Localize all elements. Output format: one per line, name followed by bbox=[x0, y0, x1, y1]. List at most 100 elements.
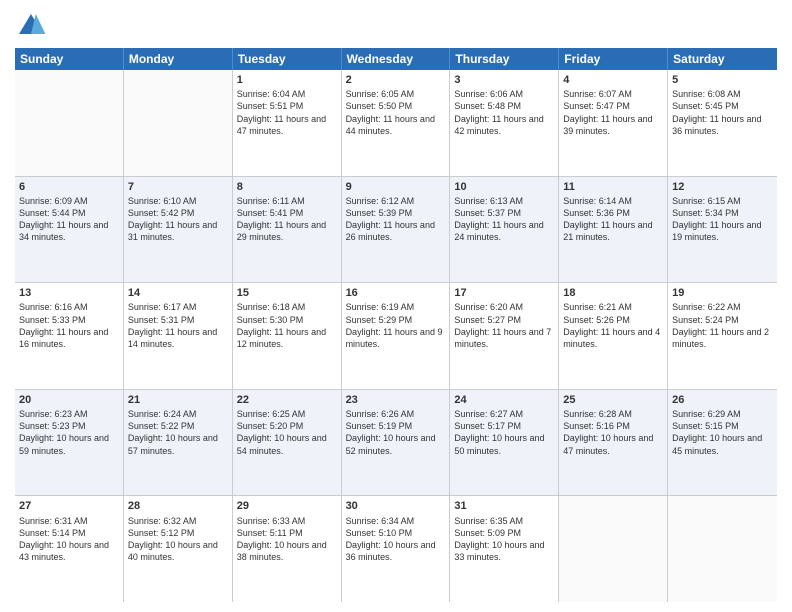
calendar-row: 20Sunrise: 6:23 AM Sunset: 5:23 PM Dayli… bbox=[15, 390, 777, 497]
header-cell-saturday: Saturday bbox=[668, 48, 777, 70]
cell-text: Sunrise: 6:33 AM Sunset: 5:11 PM Dayligh… bbox=[237, 515, 337, 564]
cell-text: Sunrise: 6:12 AM Sunset: 5:39 PM Dayligh… bbox=[346, 195, 446, 244]
calendar: SundayMondayTuesdayWednesdayThursdayFrid… bbox=[15, 48, 777, 602]
calendar-body: 1Sunrise: 6:04 AM Sunset: 5:51 PM Daylig… bbox=[15, 70, 777, 602]
day-number: 1 bbox=[237, 73, 337, 87]
day-number: 10 bbox=[454, 180, 554, 194]
day-number: 27 bbox=[19, 499, 119, 513]
calendar-cell: 9Sunrise: 6:12 AM Sunset: 5:39 PM Daylig… bbox=[342, 177, 451, 283]
calendar-cell: 16Sunrise: 6:19 AM Sunset: 5:29 PM Dayli… bbox=[342, 283, 451, 389]
calendar-cell: 4Sunrise: 6:07 AM Sunset: 5:47 PM Daylig… bbox=[559, 70, 668, 176]
day-number: 3 bbox=[454, 73, 554, 87]
cell-text: Sunrise: 6:04 AM Sunset: 5:51 PM Dayligh… bbox=[237, 88, 337, 137]
day-number: 24 bbox=[454, 393, 554, 407]
day-number: 11 bbox=[563, 180, 663, 194]
calendar-cell: 1Sunrise: 6:04 AM Sunset: 5:51 PM Daylig… bbox=[233, 70, 342, 176]
calendar-cell bbox=[124, 70, 233, 176]
calendar-cell bbox=[15, 70, 124, 176]
calendar-cell: 13Sunrise: 6:16 AM Sunset: 5:33 PM Dayli… bbox=[15, 283, 124, 389]
cell-text: Sunrise: 6:08 AM Sunset: 5:45 PM Dayligh… bbox=[672, 88, 773, 137]
cell-text: Sunrise: 6:19 AM Sunset: 5:29 PM Dayligh… bbox=[346, 301, 446, 350]
cell-text: Sunrise: 6:28 AM Sunset: 5:16 PM Dayligh… bbox=[563, 408, 663, 457]
logo-icon bbox=[15, 10, 47, 42]
calendar-cell: 3Sunrise: 6:06 AM Sunset: 5:48 PM Daylig… bbox=[450, 70, 559, 176]
calendar-cell: 31Sunrise: 6:35 AM Sunset: 5:09 PM Dayli… bbox=[450, 496, 559, 602]
calendar-cell: 29 Sunrise: 6:33 AM Sunset: 5:11 PM Dayli… bbox=[233, 496, 342, 602]
calendar-cell: 21Sunrise: 6:24 AM Sunset: 5:22 PM Dayli… bbox=[124, 390, 233, 496]
calendar-cell: 14Sunrise: 6:17 AM Sunset: 5:31 PM Dayli… bbox=[124, 283, 233, 389]
calendar-cell: 2Sunrise: 6:05 AM Sunset: 5:50 PM Daylig… bbox=[342, 70, 451, 176]
calendar-row: 6Sunrise: 6:09 AM Sunset: 5:44 PM Daylig… bbox=[15, 177, 777, 284]
day-number: 21 bbox=[128, 393, 228, 407]
day-number: 6 bbox=[19, 180, 119, 194]
calendar-cell: 20Sunrise: 6:23 AM Sunset: 5:23 PM Dayli… bbox=[15, 390, 124, 496]
header bbox=[15, 10, 777, 42]
cell-text: Sunrise: 6:17 AM Sunset: 5:31 PM Dayligh… bbox=[128, 301, 228, 350]
calendar-cell: 7Sunrise: 6:10 AM Sunset: 5:42 PM Daylig… bbox=[124, 177, 233, 283]
cell-text: Sunrise: 6:05 AM Sunset: 5:50 PM Dayligh… bbox=[346, 88, 446, 137]
calendar-cell: 27 Sunrise: 6:31 AM Sunset: 5:14 PM Dayli… bbox=[15, 496, 124, 602]
cell-text: Sunrise: 6:26 AM Sunset: 5:19 PM Dayligh… bbox=[346, 408, 446, 457]
calendar-cell: 23Sunrise: 6:26 AM Sunset: 5:19 PM Dayli… bbox=[342, 390, 451, 496]
cell-text: Sunrise: 6:32 AM Sunset: 5:12 PM Dayligh… bbox=[128, 515, 228, 564]
calendar-cell: 12Sunrise: 6:15 AM Sunset: 5:34 PM Dayli… bbox=[668, 177, 777, 283]
cell-text: Sunrise: 6:31 AM Sunset: 5:14 PM Dayligh… bbox=[19, 515, 119, 564]
day-number: 18 bbox=[563, 286, 663, 300]
cell-text: Sunrise: 6:23 AM Sunset: 5:23 PM Dayligh… bbox=[19, 408, 119, 457]
day-number: 12 bbox=[672, 180, 773, 194]
day-number: 15 bbox=[237, 286, 337, 300]
cell-text: Sunrise: 6:18 AM Sunset: 5:30 PM Dayligh… bbox=[237, 301, 337, 350]
day-number: 17 bbox=[454, 286, 554, 300]
day-number: 16 bbox=[346, 286, 446, 300]
header-cell-tuesday: Tuesday bbox=[233, 48, 342, 70]
calendar-cell: 19Sunrise: 6:22 AM Sunset: 5:24 PM Dayli… bbox=[668, 283, 777, 389]
logo bbox=[15, 10, 51, 42]
day-number: 13 bbox=[19, 286, 119, 300]
calendar-cell: 22Sunrise: 6:25 AM Sunset: 5:20 PM Dayli… bbox=[233, 390, 342, 496]
calendar-cell: 5Sunrise: 6:08 AM Sunset: 5:45 PM Daylig… bbox=[668, 70, 777, 176]
calendar-cell: 11Sunrise: 6:14 AM Sunset: 5:36 PM Dayli… bbox=[559, 177, 668, 283]
header-cell-thursday: Thursday bbox=[450, 48, 559, 70]
cell-text: Sunrise: 6:10 AM Sunset: 5:42 PM Dayligh… bbox=[128, 195, 228, 244]
cell-text: Sunrise: 6:15 AM Sunset: 5:34 PM Dayligh… bbox=[672, 195, 773, 244]
calendar-cell: 8Sunrise: 6:11 AM Sunset: 5:41 PM Daylig… bbox=[233, 177, 342, 283]
calendar-cell: 17Sunrise: 6:20 AM Sunset: 5:27 PM Dayli… bbox=[450, 283, 559, 389]
day-number: 30 bbox=[346, 499, 446, 513]
calendar-cell: 15Sunrise: 6:18 AM Sunset: 5:30 PM Dayli… bbox=[233, 283, 342, 389]
cell-text: Sunrise: 6:35 AM Sunset: 5:09 PM Dayligh… bbox=[454, 515, 554, 564]
calendar-cell: 28Sunrise: 6:32 AM Sunset: 5:12 PM Dayli… bbox=[124, 496, 233, 602]
day-number: 29 bbox=[237, 499, 337, 513]
day-number: 14 bbox=[128, 286, 228, 300]
day-number: 7 bbox=[128, 180, 228, 194]
cell-text: Sunrise: 6:29 AM Sunset: 5:15 PM Dayligh… bbox=[672, 408, 773, 457]
page: SundayMondayTuesdayWednesdayThursdayFrid… bbox=[0, 0, 792, 612]
calendar-cell: 24Sunrise: 6:27 AM Sunset: 5:17 PM Dayli… bbox=[450, 390, 559, 496]
cell-text: Sunrise: 6:14 AM Sunset: 5:36 PM Dayligh… bbox=[563, 195, 663, 244]
cell-text: Sunrise: 6:06 AM Sunset: 5:48 PM Dayligh… bbox=[454, 88, 554, 137]
header-cell-monday: Monday bbox=[124, 48, 233, 70]
header-cell-friday: Friday bbox=[559, 48, 668, 70]
calendar-cell: 6Sunrise: 6:09 AM Sunset: 5:44 PM Daylig… bbox=[15, 177, 124, 283]
calendar-cell bbox=[668, 496, 777, 602]
cell-text: Sunrise: 6:07 AM Sunset: 5:47 PM Dayligh… bbox=[563, 88, 663, 137]
day-number: 23 bbox=[346, 393, 446, 407]
cell-text: Sunrise: 6:24 AM Sunset: 5:22 PM Dayligh… bbox=[128, 408, 228, 457]
cell-text: Sunrise: 6:25 AM Sunset: 5:20 PM Dayligh… bbox=[237, 408, 337, 457]
day-number: 4 bbox=[563, 73, 663, 87]
calendar-cell: 25Sunrise: 6:28 AM Sunset: 5:16 PM Dayli… bbox=[559, 390, 668, 496]
cell-text: Sunrise: 6:22 AM Sunset: 5:24 PM Dayligh… bbox=[672, 301, 773, 350]
cell-text: Sunrise: 6:16 AM Sunset: 5:33 PM Dayligh… bbox=[19, 301, 119, 350]
cell-text: Sunrise: 6:27 AM Sunset: 5:17 PM Dayligh… bbox=[454, 408, 554, 457]
cell-text: Sunrise: 6:20 AM Sunset: 5:27 PM Dayligh… bbox=[454, 301, 554, 350]
calendar-cell: 30 Sunrise: 6:34 AM Sunset: 5:10 PM Dayli… bbox=[342, 496, 451, 602]
calendar-row: 1Sunrise: 6:04 AM Sunset: 5:51 PM Daylig… bbox=[15, 70, 777, 177]
day-number: 26 bbox=[672, 393, 773, 407]
calendar-row: 13Sunrise: 6:16 AM Sunset: 5:33 PM Dayli… bbox=[15, 283, 777, 390]
cell-text: Sunrise: 6:13 AM Sunset: 5:37 PM Dayligh… bbox=[454, 195, 554, 244]
day-number: 8 bbox=[237, 180, 337, 194]
cell-text: Sunrise: 6:34 AM Sunset: 5:10 PM Dayligh… bbox=[346, 515, 446, 564]
header-cell-sunday: Sunday bbox=[15, 48, 124, 70]
day-number: 20 bbox=[19, 393, 119, 407]
calendar-row: 27 Sunrise: 6:31 AM Sunset: 5:14 PM Dayli… bbox=[15, 496, 777, 602]
calendar-cell: 26Sunrise: 6:29 AM Sunset: 5:15 PM Dayli… bbox=[668, 390, 777, 496]
